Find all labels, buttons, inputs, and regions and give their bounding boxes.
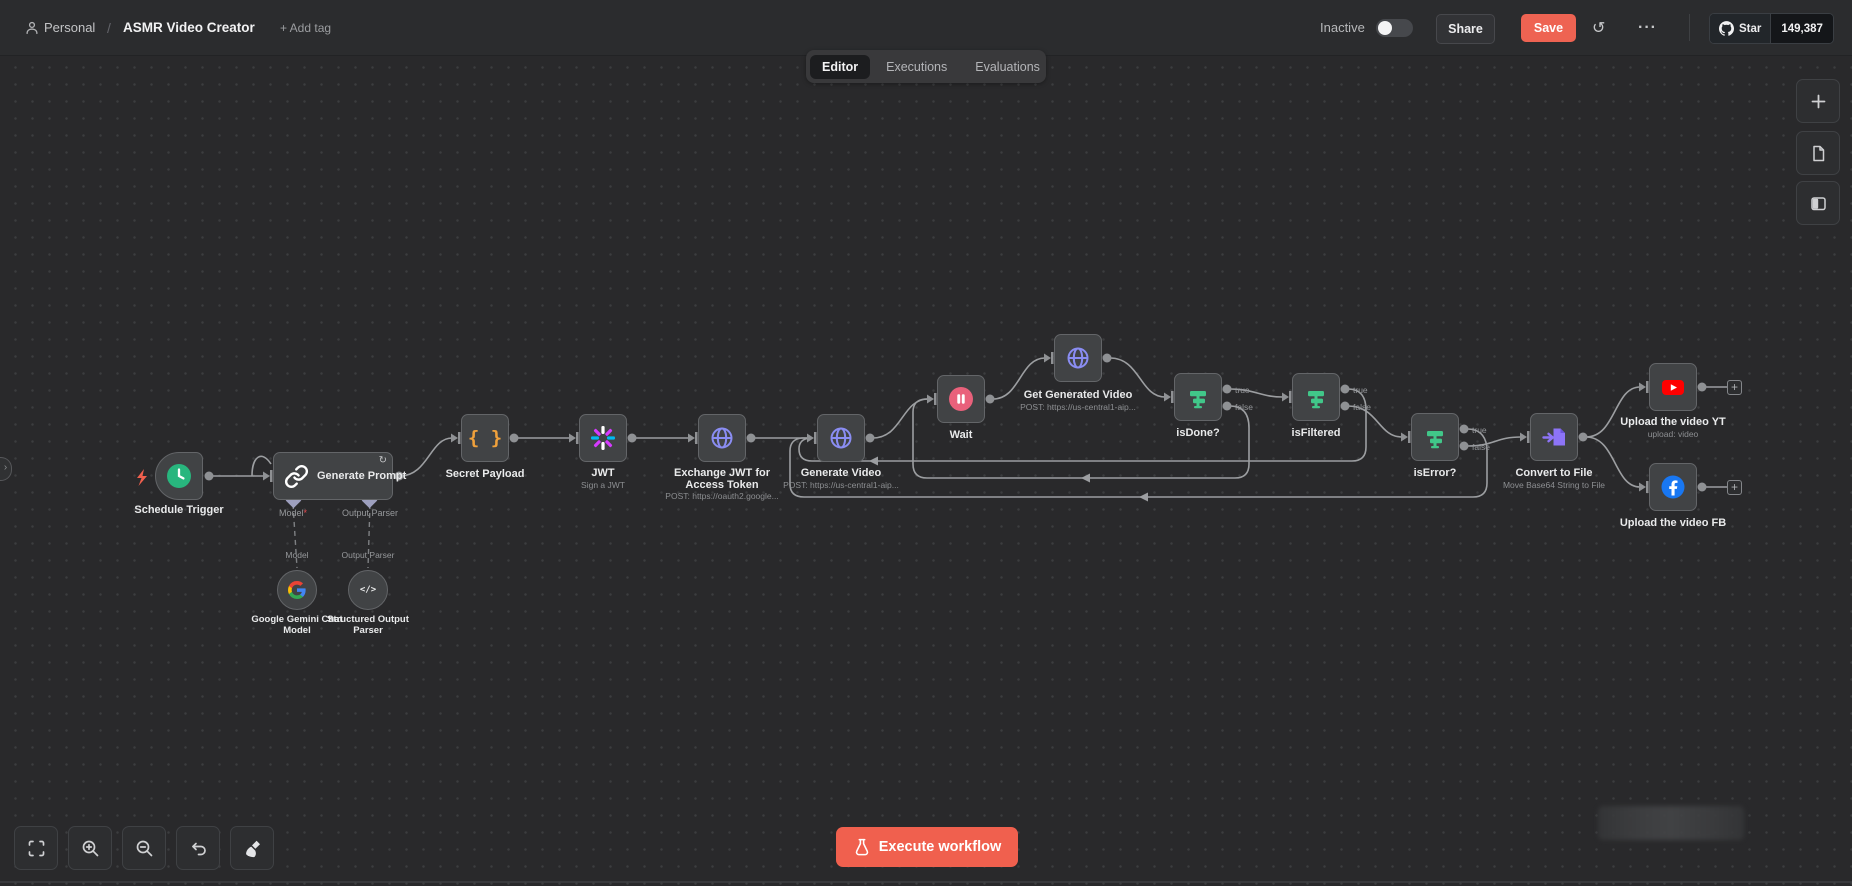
pause-icon bbox=[948, 386, 974, 412]
node-jwt[interactable] bbox=[579, 414, 627, 462]
file-import-icon bbox=[1541, 424, 1567, 450]
tab-evaluations[interactable]: Evaluations bbox=[963, 55, 1052, 79]
breadcrumb-separator: / bbox=[107, 0, 111, 55]
node-generate-video[interactable] bbox=[817, 414, 865, 462]
plus-icon bbox=[1809, 92, 1828, 111]
more-menu-icon[interactable]: ··· bbox=[1638, 0, 1657, 55]
save-button[interactable]: Save bbox=[1521, 14, 1576, 42]
node-convert-to-file[interactable] bbox=[1530, 413, 1578, 461]
node-get-generated-video[interactable] bbox=[1054, 334, 1102, 382]
code-icon: </> bbox=[360, 585, 376, 595]
braces-icon: { } bbox=[468, 427, 502, 449]
header-divider bbox=[1689, 14, 1690, 41]
view-tabs: Editor Executions Evaluations bbox=[806, 50, 1046, 83]
workflow-status-label: Inactive bbox=[1320, 0, 1365, 55]
youtube-icon bbox=[1660, 374, 1686, 400]
broom-icon bbox=[243, 839, 262, 858]
undo-button[interactable] bbox=[176, 826, 220, 870]
add-node-endpoint[interactable]: + bbox=[1727, 480, 1742, 495]
github-icon bbox=[1719, 21, 1734, 36]
breadcrumb-project[interactable]: Personal bbox=[44, 0, 95, 55]
node-upload-video-yt[interactable] bbox=[1649, 363, 1697, 411]
file-icon bbox=[1809, 144, 1828, 163]
blurred-overlay bbox=[1598, 806, 1744, 840]
facebook-icon bbox=[1660, 474, 1686, 500]
bottom-edge bbox=[0, 881, 1852, 883]
undo-icon bbox=[189, 839, 208, 858]
node-is-done[interactable] bbox=[1174, 373, 1222, 421]
toggle-knob bbox=[1378, 21, 1392, 35]
globe-icon bbox=[1065, 345, 1091, 371]
toggle-panel-button[interactable] bbox=[1796, 181, 1840, 225]
zoom-in-icon bbox=[81, 839, 100, 858]
top-header: Personal / ASMR Video Creator + Add tag … bbox=[0, 0, 1852, 56]
signpost-icon bbox=[1303, 384, 1329, 410]
globe-icon bbox=[828, 425, 854, 451]
node-is-filtered[interactable] bbox=[1292, 373, 1340, 421]
node-upload-video-fb[interactable] bbox=[1649, 463, 1697, 511]
tab-executions[interactable]: Executions bbox=[874, 55, 959, 79]
globe-icon bbox=[709, 425, 735, 451]
tidy-up-button[interactable] bbox=[230, 826, 274, 870]
add-node-endpoint[interactable]: + bbox=[1727, 380, 1742, 395]
zoom-out-icon bbox=[135, 839, 154, 858]
flask-icon bbox=[853, 838, 871, 856]
n8n-workflow-editor: { "header": { "project": "Personal", "se… bbox=[0, 0, 1852, 886]
active-toggle[interactable] bbox=[1376, 19, 1413, 37]
fit-view-icon bbox=[27, 839, 46, 858]
node-generate-prompt[interactable]: Generate Prompt ↻ bbox=[273, 452, 393, 500]
execute-workflow-button[interactable]: Execute workflow bbox=[836, 827, 1018, 867]
add-tag-button[interactable]: + Add tag bbox=[280, 0, 331, 55]
zoom-in-button[interactable] bbox=[68, 826, 112, 870]
chain-icon bbox=[284, 464, 309, 489]
user-icon bbox=[24, 0, 40, 55]
github-star-label: Star bbox=[1739, 23, 1761, 35]
node-is-error[interactable] bbox=[1411, 413, 1459, 461]
node-structured-output-parser[interactable]: </> bbox=[348, 570, 388, 610]
node-secret-payload[interactable]: { } bbox=[461, 414, 509, 462]
share-button[interactable]: Share bbox=[1436, 14, 1495, 44]
execute-workflow-label: Execute workflow bbox=[879, 839, 1001, 855]
node-inline-label: Generate Prompt bbox=[317, 470, 406, 482]
zoom-out-button[interactable] bbox=[122, 826, 166, 870]
tab-editor[interactable]: Editor bbox=[810, 55, 870, 79]
workflow-title[interactable]: ASMR Video Creator bbox=[123, 0, 255, 55]
github-star-widget[interactable]: Star 149,387 bbox=[1709, 13, 1834, 44]
clock-icon bbox=[166, 463, 192, 489]
sticky-note-button[interactable] bbox=[1796, 131, 1840, 175]
github-star-count: 149,387 bbox=[1770, 14, 1833, 43]
fit-view-button[interactable] bbox=[14, 826, 58, 870]
add-node-button[interactable] bbox=[1796, 79, 1840, 123]
refresh-icon: ↻ bbox=[379, 455, 387, 466]
jwt-icon bbox=[590, 425, 616, 451]
google-icon bbox=[288, 581, 306, 599]
split-panel-icon bbox=[1809, 194, 1828, 213]
signpost-icon bbox=[1185, 384, 1211, 410]
node-google-gemini-chat-model[interactable] bbox=[277, 570, 317, 610]
history-icon[interactable]: ↺ bbox=[1592, 0, 1605, 55]
signpost-icon bbox=[1422, 424, 1448, 450]
node-schedule-trigger[interactable] bbox=[155, 452, 203, 500]
node-exchange-jwt[interactable] bbox=[698, 414, 746, 462]
node-wait[interactable] bbox=[937, 375, 985, 423]
